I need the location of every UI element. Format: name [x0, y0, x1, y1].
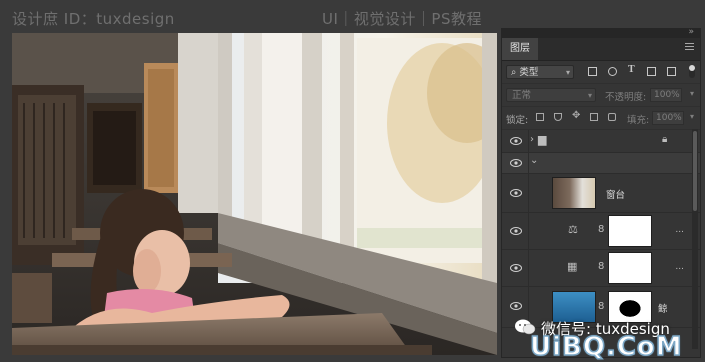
lock-all-icon[interactable] — [608, 113, 616, 121]
link-icon[interactable]: 8 — [598, 224, 604, 235]
blend-mode-label: 正常 — [512, 90, 532, 101]
layer-row[interactable]: ▦ 8 ... — [502, 250, 700, 287]
eye-icon[interactable] — [510, 227, 522, 235]
layer-mask-thumbnail — [608, 252, 652, 284]
collapse-panel-icon[interactable]: » — [688, 29, 694, 37]
watermark-id: 设计庶 ID：tuxdesign — [12, 10, 175, 28]
chevron-down-icon[interactable]: ⌄ — [530, 155, 538, 166]
blend-row: 正常 ▾ 不透明度: 100% ▾ — [502, 84, 700, 107]
panel-title-strip: » — [502, 29, 700, 38]
document-canvas[interactable] — [12, 33, 497, 355]
opacity-input[interactable]: 100% — [650, 88, 682, 102]
eye-icon[interactable] — [510, 189, 522, 197]
shape-filter-icon[interactable] — [647, 67, 656, 76]
link-icon[interactable]: 8 — [598, 261, 604, 272]
layer-row[interactable]: › ▆ 🔒︎ — [502, 130, 700, 153]
smartobject-filter-icon[interactable] — [667, 67, 676, 76]
site-logo: UiBQ.CoM — [529, 331, 683, 362]
opacity-label: 不透明度: — [605, 92, 647, 103]
layer-name[interactable]: 窗台 — [606, 187, 625, 201]
panel-tabbar: 图层 — [502, 38, 700, 61]
layer-row[interactable]: ⌄ — [502, 153, 700, 174]
chevron-down-icon: ▾ — [587, 91, 592, 100]
chevron-down-icon[interactable]: ▾ — [690, 112, 694, 121]
canvas-photo — [12, 33, 497, 355]
lock-label: 锁定: — [506, 115, 529, 126]
tab-layers[interactable]: 图层 — [502, 38, 538, 60]
layer-row[interactable]: ⚖ 8 ... — [502, 213, 700, 250]
watermark-tagline: UI｜视觉设计｜PS教程 — [322, 10, 482, 28]
eye-icon[interactable] — [510, 302, 522, 310]
fill-label: 填充: — [627, 115, 650, 126]
folder-icon: ▆ — [538, 133, 547, 146]
eye-icon[interactable] — [510, 159, 522, 167]
search-icon: ⌕ — [511, 67, 517, 78]
fill-input[interactable]: 100% — [652, 111, 684, 125]
image-filter-icon[interactable] — [588, 67, 597, 76]
more-icon: ... — [675, 225, 684, 235]
layer-mask-thumbnail — [608, 215, 652, 247]
panel-menu-icon[interactable] — [685, 43, 694, 52]
eye-icon[interactable] — [510, 264, 522, 272]
lock-position-icon[interactable]: ✥ — [572, 110, 580, 121]
filter-kind-select[interactable]: ⌕ 类型 ▾ — [506, 65, 574, 79]
filter-kind-label: 类型 — [519, 67, 539, 78]
layers-panel: » 图层 ⌕ 类型 ▾ T 正常 ▾ 不透明度: 100% ▾ 锁定: ✥ 填充… — [501, 28, 701, 358]
layer-row[interactable]: 窗台 — [502, 174, 700, 213]
more-icon: ... — [675, 262, 684, 272]
layer-thumbnail — [552, 177, 596, 209]
chevron-down-icon: ▾ — [565, 68, 570, 77]
layer-name[interactable]: 鲸 — [658, 301, 668, 315]
balance-icon: ⚖ — [568, 223, 578, 236]
lock-paint-icon[interactable] — [554, 113, 562, 121]
lock-transparent-icon[interactable] — [536, 113, 544, 121]
panel-scrollbar[interactable] — [692, 129, 698, 349]
chevron-right-icon[interactable]: › — [530, 134, 534, 145]
link-icon[interactable]: 8 — [598, 301, 604, 312]
lock-artboard-icon[interactable] — [590, 113, 598, 121]
lock-icon: 🔒︎ — [662, 134, 668, 145]
type-filter-icon[interactable]: T — [628, 64, 637, 75]
layer-filter-row: ⌕ 类型 ▾ T — [502, 61, 700, 84]
chevron-down-icon[interactable]: ▾ — [690, 89, 694, 98]
lock-row: 锁定: ✥ 填充: 100% ▾ — [502, 107, 700, 130]
adjustment-filter-icon[interactable] — [608, 67, 617, 76]
filter-toggle[interactable] — [689, 65, 695, 78]
gradient-map-icon: ▦ — [567, 260, 578, 273]
eye-icon[interactable] — [510, 137, 522, 145]
blend-mode-select[interactable]: 正常 ▾ — [506, 88, 596, 102]
